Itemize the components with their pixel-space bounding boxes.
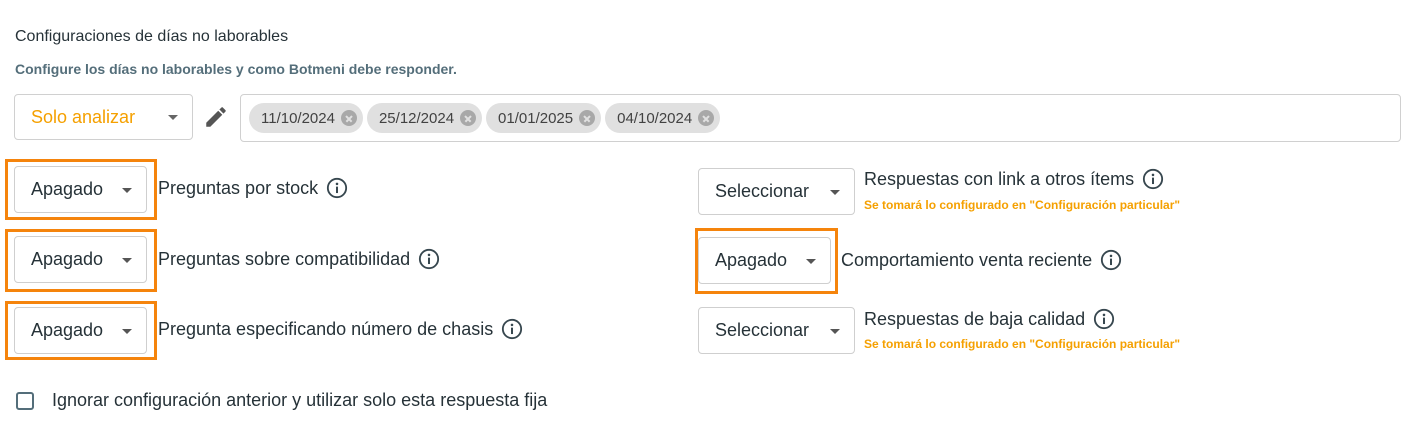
baja-label: Respuestas de baja calidad [864,308,1115,330]
compat-label: Preguntas sobre compatibilidad [158,248,440,270]
mode-select-value: Solo analizar [31,106,136,127]
remove-chip-icon[interactable] [460,110,477,126]
remove-chip-icon[interactable] [698,110,715,126]
info-icon[interactable] [501,318,523,340]
venta-select-value: Apagado [715,250,788,270]
links-label: Respuestas con link a otros ítems [864,168,1164,190]
info-icon[interactable] [1093,308,1115,330]
chevron-down-icon [122,257,132,263]
page-subtitle: Configure los días no laborables y como … [15,61,457,77]
venta-label-text: Comportamiento venta reciente [841,249,1093,270]
chasis-label: Pregunta especificando número de chasis [158,318,523,340]
dates-input[interactable]: 11/10/2024 25/12/2024 01/01/2025 04/10/2… [240,94,1401,142]
stock-select-value: Apagado [31,179,104,199]
date-chip-label: 01/01/2025 [498,109,574,127]
chevron-down-icon [122,328,132,334]
chasis-select-value: Apagado [31,320,104,340]
info-icon[interactable] [1142,168,1164,190]
mode-select[interactable]: Solo analizar [14,94,193,140]
links-select[interactable]: Seleccionar [698,168,855,215]
remove-chip-icon[interactable] [340,110,357,126]
links-select-value: Seleccionar [715,181,810,201]
date-chip-label: 25/12/2024 [378,109,455,127]
date-chip: 25/12/2024 [366,103,483,133]
baja-note: Se tomará lo configurado en "Configuraci… [864,337,1181,351]
baja-label-text: Respuestas de baja calidad [864,308,1086,329]
chevron-down-icon [830,189,840,195]
stock-label-text: Preguntas por stock [158,177,319,198]
compat-select-value: Apagado [31,249,104,269]
chasis-label-text: Pregunta especificando número de chasis [158,318,494,339]
pencil-icon[interactable] [203,104,229,130]
date-chip: 11/10/2024 [249,103,363,133]
ignore-config-checkbox[interactable] [16,392,34,410]
ignore-config-label[interactable]: Ignorar configuración anterior y utiliza… [52,390,547,411]
compat-select[interactable]: Apagado [14,236,147,283]
info-icon[interactable] [418,248,440,270]
venta-label: Comportamiento venta reciente [841,249,1122,271]
chevron-down-icon [806,258,816,264]
info-icon[interactable] [326,177,348,199]
chasis-select[interactable]: Apagado [14,307,147,354]
page-title: Configuraciones de días no laborables [15,28,289,45]
date-chip: 04/10/2024 [605,103,721,133]
stock-label: Preguntas por stock [158,177,348,199]
links-note: Se tomará lo configurado en "Configuraci… [864,198,1181,212]
stock-select[interactable]: Apagado [14,166,147,213]
venta-select[interactable]: Apagado [698,237,831,284]
chevron-down-icon [830,328,840,334]
baja-select-value: Seleccionar [715,320,810,340]
links-label-text: Respuestas con link a otros ítems [864,168,1135,189]
date-chip: 01/01/2025 [486,103,602,133]
info-icon[interactable] [1100,249,1122,271]
chevron-down-icon [122,187,132,193]
date-chip-label: 04/10/2024 [617,109,693,127]
date-chip-label: 11/10/2024 [261,109,335,127]
baja-select[interactable]: Seleccionar [698,307,855,354]
chevron-down-icon [168,115,178,120]
compat-label-text: Preguntas sobre compatibilidad [158,248,411,269]
remove-chip-icon[interactable] [579,110,596,126]
